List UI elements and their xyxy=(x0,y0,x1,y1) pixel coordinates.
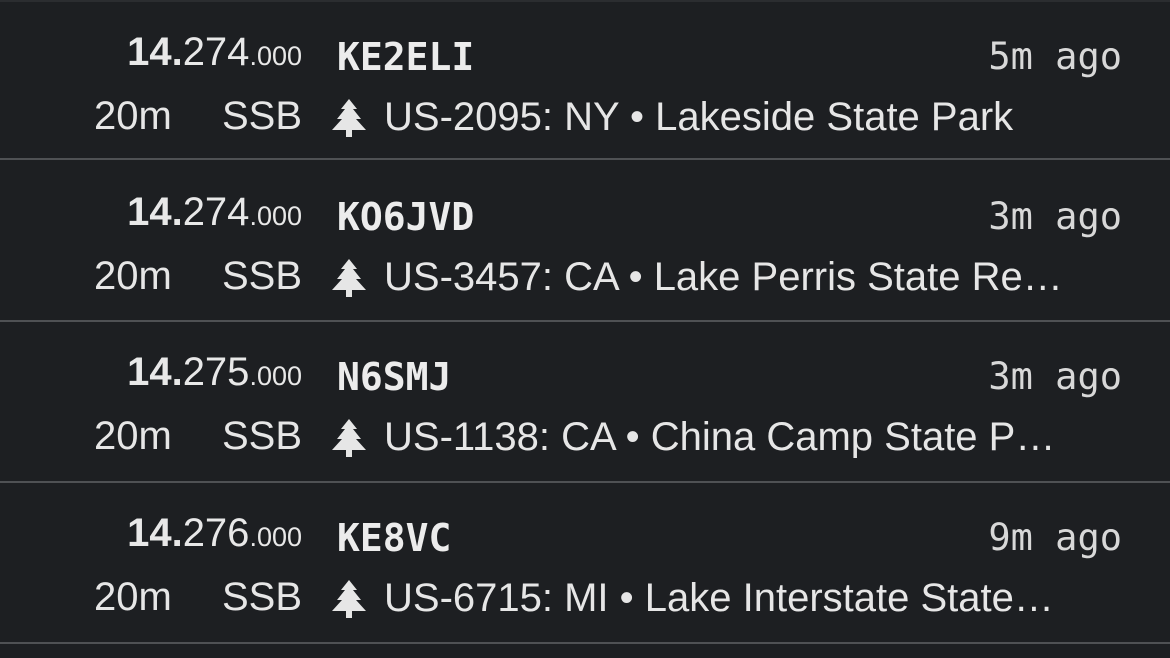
callsign: KE2ELI xyxy=(337,35,475,79)
frequency-mhz: 14. xyxy=(127,190,183,234)
band: 20m xyxy=(94,575,172,619)
tree-icon xyxy=(332,99,366,137)
callsign: KE8VC xyxy=(337,516,452,560)
callsign: N6SMJ xyxy=(337,355,452,399)
park-reference: US-6715: MI • Lake Interstate State… xyxy=(384,577,1054,619)
mode: SSB xyxy=(221,414,302,458)
frequency-mhz: 14. xyxy=(127,350,183,394)
spot-row[interactable]: 14.274.000 KO6JVD 3m ago 20m SSB US-3457… xyxy=(0,162,1170,322)
tree-icon xyxy=(332,419,366,457)
park-reference: US-2095: NY • Lakeside State Park xyxy=(384,96,1014,138)
frequency-mhz: 14. xyxy=(127,30,183,74)
tree-icon xyxy=(332,259,366,297)
spot-row[interactable]: 14.276.000 KE8VC 9m ago 20m SSB US-6715:… xyxy=(0,483,1170,643)
frequency: 14.276.000 xyxy=(0,513,302,553)
tree-icon xyxy=(332,580,366,618)
spot-list: 14.274.000 KE2ELI 5m ago 20m SSB US-2095… xyxy=(0,0,1170,658)
frequency: 14.275.000 xyxy=(0,352,302,392)
row-divider xyxy=(0,158,1170,160)
band: 20m xyxy=(94,254,172,298)
frequency-khz: 276 xyxy=(182,511,250,555)
spot-age: 5m ago xyxy=(988,35,1122,78)
frequency-hz: .000 xyxy=(249,522,302,552)
spot-row[interactable]: 14.275.000 N6SMJ 3m ago 20m SSB US-1138:… xyxy=(0,322,1170,482)
row-divider xyxy=(0,642,1170,644)
spot-age: 3m ago xyxy=(988,355,1122,398)
frequency: 14.274.000 xyxy=(0,32,302,72)
frequency-khz: 274 xyxy=(182,30,250,74)
band: 20m xyxy=(94,414,172,458)
park-reference: US-1138: CA • China Camp State P… xyxy=(384,416,1056,458)
frequency-khz: 274 xyxy=(182,190,250,234)
frequency-hz: .000 xyxy=(249,201,302,231)
spot-age: 3m ago xyxy=(988,195,1122,238)
frequency-khz: 275 xyxy=(182,350,250,394)
frequency-mhz: 14. xyxy=(127,511,183,555)
mode: SSB xyxy=(221,575,302,619)
frequency: 14.274.000 xyxy=(0,192,302,232)
park-reference: US-3457: CA • Lake Perris State Re… xyxy=(384,256,1063,298)
spot-age: 9m ago xyxy=(988,516,1122,559)
band: 20m xyxy=(94,94,172,138)
mode: SSB xyxy=(221,94,302,138)
spot-row[interactable]: 14.274.000 KE2ELI 5m ago 20m SSB US-2095… xyxy=(0,2,1170,162)
frequency-hz: .000 xyxy=(249,41,302,71)
mode: SSB xyxy=(221,254,302,298)
frequency-hz: .000 xyxy=(249,361,302,391)
callsign: KO6JVD xyxy=(337,195,475,239)
